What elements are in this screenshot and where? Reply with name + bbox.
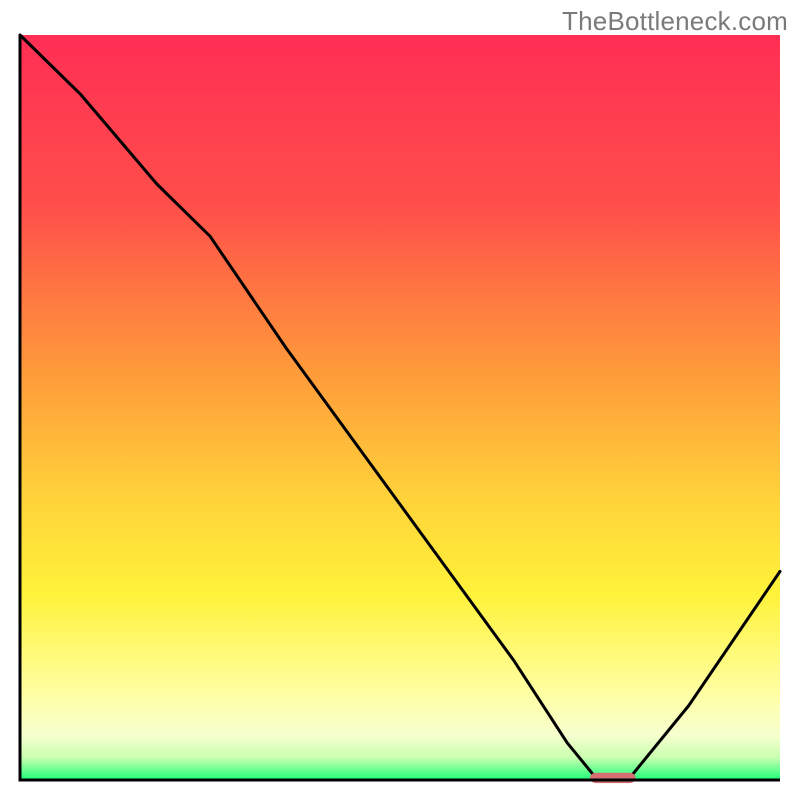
bottleneck-chart: [0, 0, 800, 800]
optimal-marker: [590, 773, 636, 783]
watermark-text: TheBottleneck.com: [562, 6, 788, 37]
chart-wrapper: TheBottleneck.com: [0, 0, 800, 800]
plot-area: [20, 35, 780, 780]
